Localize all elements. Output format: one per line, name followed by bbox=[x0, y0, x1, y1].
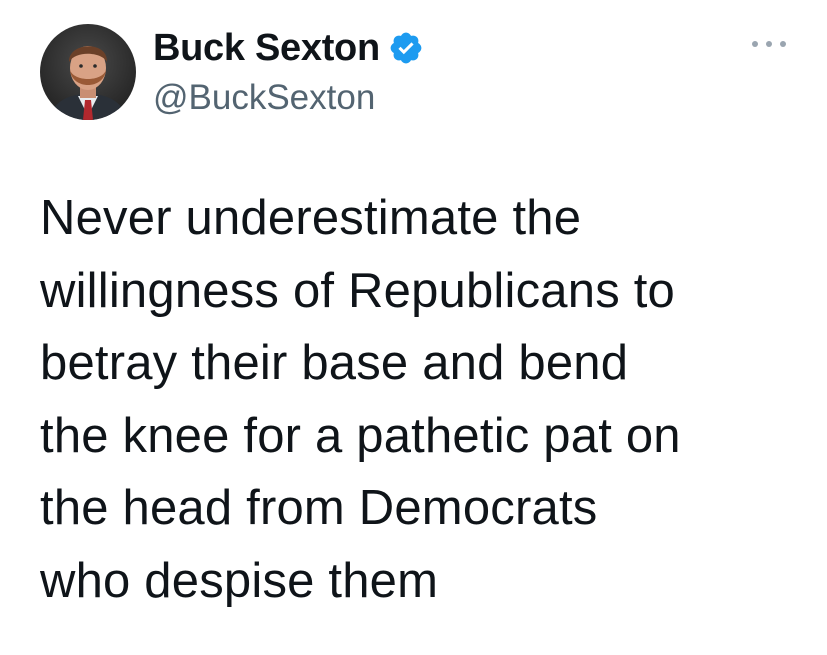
author-handle[interactable]: @BuckSexton bbox=[153, 78, 375, 118]
more-dot bbox=[752, 41, 758, 47]
author-display-name[interactable]: Buck Sexton bbox=[153, 27, 380, 70]
more-dot bbox=[766, 41, 772, 47]
tweet-text: Never underestimate the willingness of R… bbox=[40, 191, 681, 608]
author-name-row: Buck Sexton bbox=[153, 24, 424, 72]
verified-badge-icon bbox=[388, 30, 424, 66]
tweet-card: Buck Sexton @BuckSexton Never underestim… bbox=[0, 0, 827, 655]
more-dot bbox=[780, 41, 786, 47]
author-avatar[interactable] bbox=[40, 24, 136, 120]
more-options-icon[interactable] bbox=[752, 35, 786, 53]
avatar-photo bbox=[40, 24, 136, 120]
